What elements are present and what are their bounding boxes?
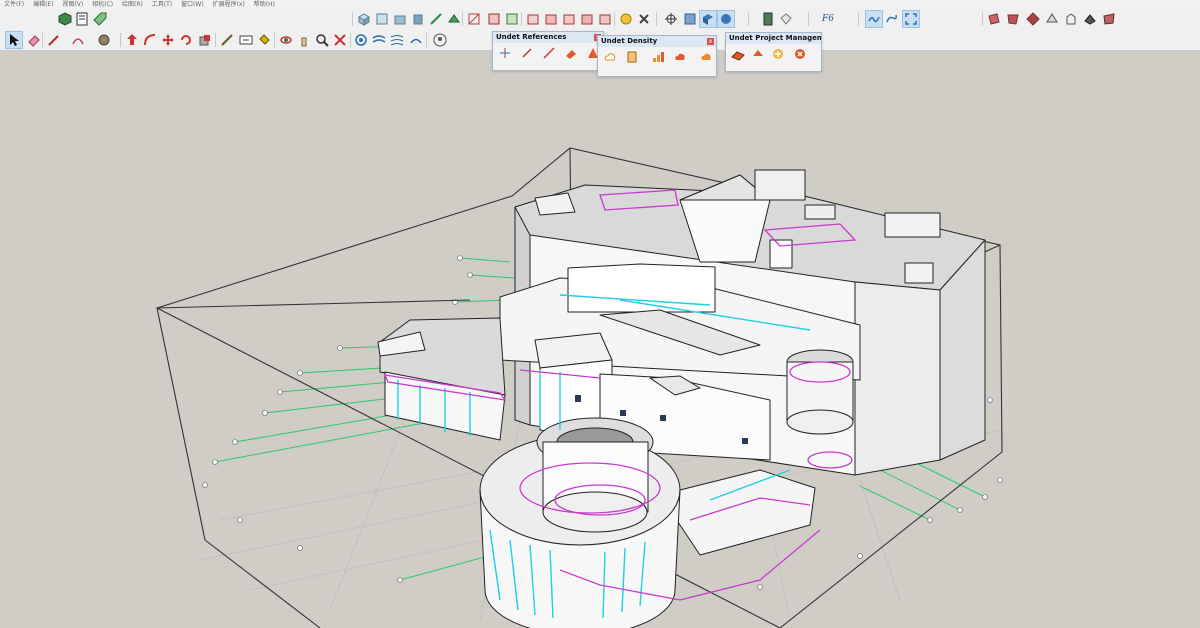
match-photo-icon[interactable] bbox=[884, 11, 900, 27]
model-viewport[interactable] bbox=[0, 50, 1200, 628]
menu-camera[interactable]: 相机(C) bbox=[92, 1, 113, 8]
match-photo-icon[interactable] bbox=[682, 11, 698, 27]
pan-icon[interactable] bbox=[296, 32, 312, 48]
zoom-icon[interactable] bbox=[314, 32, 330, 48]
push-pull-icon[interactable] bbox=[124, 32, 140, 48]
text-icon[interactable] bbox=[238, 32, 254, 48]
texture-icon[interactable] bbox=[986, 11, 1002, 27]
building-model bbox=[377, 169, 986, 628]
menu-help[interactable]: 帮助(H) bbox=[254, 1, 275, 8]
sphere-icon[interactable] bbox=[96, 32, 112, 48]
xray-icon[interactable] bbox=[561, 11, 577, 27]
sandbox-icon[interactable] bbox=[865, 10, 883, 28]
menu-bar: 文件(F) 编辑(E) 视图(V) 相机(C) 绘图(R) 工具(T) 窗口(W… bbox=[0, 0, 1200, 9]
eraser-icon[interactable] bbox=[26, 32, 42, 48]
xray-icon[interactable] bbox=[717, 10, 735, 28]
layers-icon[interactable] bbox=[371, 32, 387, 48]
back-view-icon[interactable] bbox=[428, 11, 444, 27]
tag-icon[interactable] bbox=[92, 11, 108, 27]
eraser-icon[interactable] bbox=[636, 11, 652, 27]
tape-measure-icon[interactable] bbox=[219, 32, 235, 48]
shade-icon[interactable] bbox=[778, 11, 794, 27]
monochrome-icon[interactable] bbox=[597, 11, 613, 27]
front-view-icon[interactable] bbox=[392, 11, 408, 27]
shadows-icon[interactable] bbox=[408, 32, 424, 48]
fog-icon[interactable] bbox=[389, 32, 405, 48]
menu-view[interactable]: 视图(V) bbox=[62, 1, 83, 8]
texture-icon[interactable] bbox=[1005, 11, 1021, 27]
axis-icon[interactable] bbox=[543, 11, 559, 27]
fullscreen-icon[interactable] bbox=[699, 10, 717, 28]
zoom-extents-icon[interactable] bbox=[332, 32, 348, 48]
component-icon[interactable] bbox=[57, 11, 73, 27]
iso-view-icon[interactable] bbox=[356, 11, 372, 27]
menu-draw[interactable]: 绘图(R) bbox=[122, 1, 143, 8]
pencil-icon[interactable] bbox=[46, 32, 62, 48]
report-icon[interactable] bbox=[74, 11, 90, 27]
sandbox-icon[interactable] bbox=[663, 11, 679, 27]
menu-edit[interactable]: 编辑(E) bbox=[33, 1, 53, 8]
menu-tools[interactable]: 工具(T) bbox=[152, 1, 172, 8]
left-view-icon[interactable] bbox=[446, 11, 462, 27]
top-view-icon[interactable] bbox=[374, 11, 390, 27]
measure-icon[interactable] bbox=[486, 11, 502, 27]
menu-file[interactable]: 文件(F) bbox=[4, 1, 24, 8]
right-view-icon[interactable] bbox=[410, 11, 426, 27]
layer-icon[interactable] bbox=[618, 11, 634, 27]
paint-icon[interactable] bbox=[525, 11, 541, 27]
section-plane-icon[interactable] bbox=[353, 32, 369, 48]
shade-icon[interactable] bbox=[579, 11, 595, 27]
texture-icon[interactable] bbox=[1063, 11, 1079, 27]
texture-icon[interactable] bbox=[1044, 11, 1060, 27]
paint-bucket-icon[interactable] bbox=[256, 32, 272, 48]
section-icon[interactable] bbox=[466, 11, 482, 27]
rotate-icon[interactable] bbox=[178, 32, 194, 48]
fullscreen-icon[interactable] bbox=[902, 10, 920, 28]
scale-icon[interactable] bbox=[197, 32, 213, 48]
project-panel-title: Undet Project Management bbox=[726, 33, 821, 44]
arc-icon[interactable] bbox=[70, 32, 86, 48]
texture-icon[interactable] bbox=[1101, 11, 1117, 27]
density-panel-title: Undet Density bbox=[598, 36, 716, 47]
style-selector[interactable]: F6 bbox=[818, 11, 838, 27]
follow-me-icon[interactable] bbox=[142, 32, 158, 48]
select-arrow-icon[interactable] bbox=[5, 31, 23, 49]
style-label: F6 bbox=[822, 14, 834, 24]
user-icon[interactable] bbox=[432, 32, 448, 48]
move-icon[interactable] bbox=[160, 32, 176, 48]
menu-extensions[interactable]: 扩展程序(x) bbox=[213, 1, 245, 8]
references-panel-title: Undet References bbox=[493, 32, 603, 43]
texture-icon[interactable] bbox=[504, 11, 520, 27]
texture-icon[interactable] bbox=[1082, 11, 1098, 27]
orbit-icon[interactable] bbox=[278, 32, 294, 48]
density-close-button[interactable]: x bbox=[707, 38, 714, 45]
layer-icon[interactable] bbox=[760, 11, 776, 27]
menu-window[interactable]: 窗口(W) bbox=[181, 1, 204, 8]
top-toolbar: F6 bbox=[0, 9, 1200, 31]
texture-icon[interactable] bbox=[1025, 11, 1041, 27]
